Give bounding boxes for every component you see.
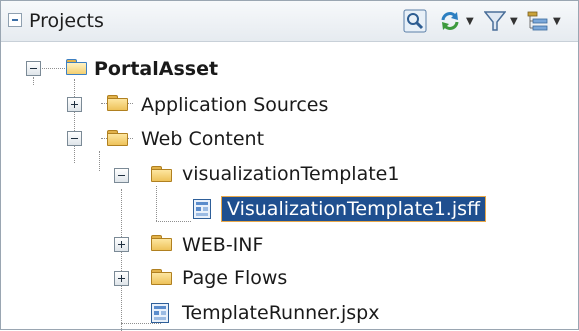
tree-label-selected: VisualizationTemplate1.jsff xyxy=(220,196,487,222)
folder-icon xyxy=(107,95,128,111)
tree-connector xyxy=(156,186,157,221)
jspx-file-icon xyxy=(151,303,169,323)
expand-toggle[interactable] xyxy=(114,271,129,286)
collapse-toggle[interactable] xyxy=(114,168,129,183)
tree-connector xyxy=(121,323,161,324)
jsff-file-icon xyxy=(193,199,211,219)
tree-label: visualizationTemplate1 xyxy=(182,163,400,185)
collapse-panel-button[interactable] xyxy=(8,13,22,27)
search-button[interactable] xyxy=(403,8,427,34)
filter-icon xyxy=(484,11,506,31)
project-folder-icon xyxy=(66,59,87,75)
folder-icon xyxy=(151,166,172,182)
folder-icon xyxy=(151,269,172,285)
panel-title: Projects xyxy=(29,10,104,32)
collapse-toggle[interactable] xyxy=(26,61,41,76)
tree-options-button[interactable]: ▼ xyxy=(527,8,561,34)
tree-label: Web Content xyxy=(141,128,265,150)
expand-toggle[interactable] xyxy=(67,97,82,112)
tree-options-icon xyxy=(527,11,548,31)
tree-connector xyxy=(99,151,100,171)
expand-toggle[interactable] xyxy=(114,237,129,252)
tree-label: PortalAsset xyxy=(94,58,219,80)
chevron-down-icon: ▼ xyxy=(510,15,518,27)
chevron-down-icon: ▼ xyxy=(553,15,561,27)
tree-connector xyxy=(74,79,75,163)
tree-label: WEB-INF xyxy=(182,234,264,256)
folder-icon xyxy=(151,235,172,251)
tree-connector xyxy=(156,221,191,222)
panel-header: Projects ▼ ▼ ▼ xyxy=(1,1,578,42)
collapse-toggle[interactable] xyxy=(67,131,82,146)
filter-button[interactable]: ▼ xyxy=(484,8,518,34)
tree-label: Page Flows xyxy=(182,267,288,289)
sync-icon xyxy=(441,12,459,30)
tree-connector xyxy=(33,77,34,85)
tree-connector xyxy=(121,251,122,331)
search-icon xyxy=(403,9,427,33)
projects-panel: Projects ▼ ▼ ▼ PortalAsset Application S… xyxy=(0,0,579,331)
chevron-down-icon: ▼ xyxy=(466,15,474,27)
tree-label: TemplateRunner.jspx xyxy=(182,302,380,324)
project-tree: PortalAsset Application Sources Web Cont… xyxy=(1,41,578,331)
tree-label: Application Sources xyxy=(141,94,329,116)
sync-button[interactable]: ▼ xyxy=(438,8,474,34)
folder-icon xyxy=(107,130,128,146)
